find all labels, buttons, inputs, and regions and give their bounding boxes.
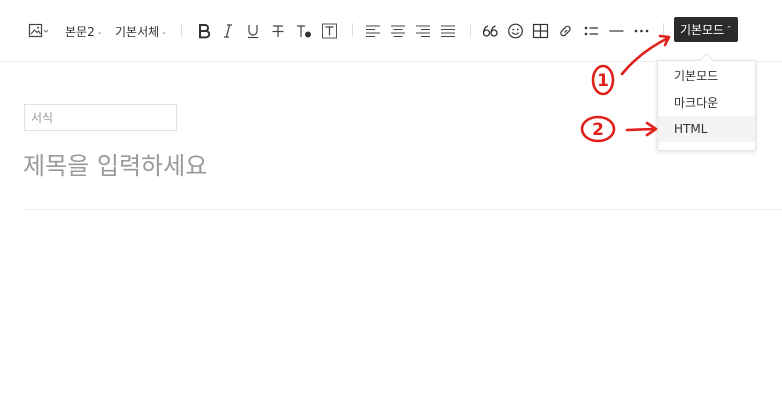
emoji-button[interactable] — [507, 20, 524, 42]
chevron-up-icon: ⌃ — [726, 24, 733, 33]
strikethrough-button[interactable] — [270, 20, 286, 42]
menu-item-label: 마크다운 — [674, 95, 719, 110]
emoji-icon — [508, 23, 523, 39]
paragraph-style-dropdown[interactable]: 본문2 ⌄ — [65, 20, 103, 42]
title-divider — [24, 209, 782, 210]
underline-button[interactable] — [245, 20, 261, 42]
text-color-icon — [297, 25, 311, 38]
editor-page: 본문2 ⌄ 기본서체 ⌄ 기본모드 ⌃ 기본모드 마크다운 HTML 서식 제목… — [0, 0, 782, 409]
menu-item-basic-mode[interactable]: 기본모드 — [658, 62, 755, 88]
align-right-button[interactable] — [415, 20, 431, 42]
more-icon — [634, 29, 649, 33]
link-button[interactable] — [557, 20, 574, 42]
strikethrough-icon — [272, 25, 284, 37]
table-button[interactable] — [532, 20, 549, 42]
chevron-down-icon: ⌄ — [161, 28, 168, 36]
quote-icon — [482, 25, 498, 37]
menu-item-html[interactable]: HTML — [658, 116, 755, 142]
align-justify-icon — [441, 25, 455, 38]
align-right-icon — [416, 25, 430, 38]
link-icon — [560, 25, 571, 37]
text-background-button[interactable] — [321, 20, 339, 42]
align-center-icon — [391, 25, 405, 38]
menu-item-label: HTML — [674, 122, 708, 136]
annotation-label-2: 2 — [592, 120, 604, 140]
format-input[interactable] — [24, 104, 177, 131]
more-button[interactable] — [633, 20, 650, 42]
editor-mode-label: 기본모드 — [679, 23, 725, 37]
text-color-button[interactable] — [295, 20, 313, 42]
title-input[interactable] — [23, 148, 623, 184]
toolbar-separator — [352, 23, 353, 37]
menu-item-markdown[interactable]: 마크다운 — [658, 89, 755, 115]
image-icon — [28, 23, 49, 38]
annotation-arrow-2 — [625, 127, 657, 132]
annotation-circle-2 — [580, 115, 616, 143]
text-background-icon — [322, 23, 337, 39]
font-family-label: 기본서체 — [115, 24, 160, 39]
italic-icon — [224, 24, 232, 38]
annotation-label-1: 1 — [597, 71, 609, 91]
horizontal-rule-button[interactable] — [608, 20, 625, 42]
menu-item-label: 기본모드 — [674, 68, 719, 83]
toolbar-separator — [181, 23, 182, 37]
toolbar-separator — [663, 23, 664, 37]
toolbar-separator — [470, 23, 471, 37]
align-left-button[interactable] — [365, 20, 381, 42]
paragraph-style-label: 본문2 — [65, 24, 95, 39]
chevron-down-icon: ⌄ — [96, 28, 103, 36]
editor-toolbar: 본문2 ⌄ 기본서체 ⌄ 기본모드 ⌃ — [0, 0, 782, 62]
horizontal-rule-icon — [609, 30, 624, 32]
bold-icon — [199, 24, 211, 39]
font-family-dropdown[interactable]: 기본서체 ⌄ — [115, 20, 167, 42]
table-icon — [532, 23, 549, 39]
bold-button[interactable] — [196, 20, 212, 42]
editor-mode-menu: 기본모드 마크다운 HTML — [657, 60, 756, 151]
image-button[interactable] — [28, 20, 50, 42]
list-button[interactable] — [583, 20, 600, 42]
align-left-icon — [366, 25, 380, 38]
list-icon — [584, 26, 598, 36]
annotation-circle-1 — [591, 64, 615, 96]
align-center-button[interactable] — [390, 20, 406, 42]
annotation-arrowhead-2 — [645, 121, 658, 137]
italic-button[interactable] — [220, 20, 236, 42]
quote-button[interactable] — [482, 20, 499, 42]
align-justify-button[interactable] — [440, 20, 456, 42]
editor-mode-button[interactable]: 기본모드 ⌃ — [674, 17, 738, 42]
underline-icon — [248, 25, 258, 39]
